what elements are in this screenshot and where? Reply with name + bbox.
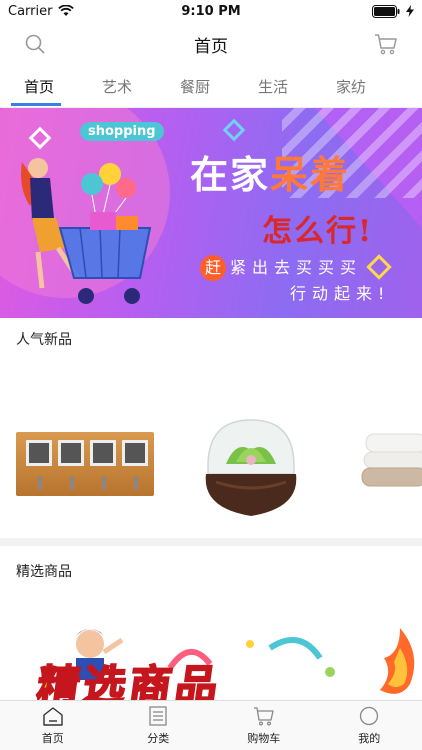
carrier-label: Carrier: [8, 3, 53, 19]
tabbar-profile[interactable]: 我的: [317, 701, 422, 750]
tabbar-home[interactable]: 首页: [0, 701, 106, 750]
tabbar-cart-label: 购物车: [247, 731, 281, 745]
page-title: 首页: [194, 36, 228, 57]
tab-life[interactable]: 生活: [234, 66, 312, 107]
tab-home[interactable]: 首页: [0, 66, 78, 107]
battery-icon: [372, 4, 400, 18]
new-products-row: [0, 388, 422, 538]
wifi-icon: [58, 5, 75, 16]
category-icon: [149, 705, 167, 726]
banner-callout: 赶紧出去买买买: [200, 254, 362, 281]
tabbar-category-label: 分类: [147, 731, 170, 745]
tabbar-cart[interactable]: 购物车: [211, 701, 317, 750]
tab-kitchen[interactable]: 餐厨: [156, 66, 234, 107]
profile-icon: [360, 706, 379, 725]
diamond-icon: [366, 254, 392, 280]
product-succulent-jar[interactable]: [196, 412, 306, 522]
nav-bar: 首页: [0, 22, 422, 66]
tabbar-home-label: 首页: [41, 731, 64, 745]
tab-home-partial[interactable]: 家: [390, 66, 422, 107]
fire-decoration: [380, 628, 415, 694]
product-towels[interactable]: [360, 428, 422, 488]
banner-cta: 行动起来!: [290, 284, 391, 303]
promo-banner[interactable]: shopping 在家呆着 怎么行! 赶紧出去买买买 行动起来!: [0, 108, 422, 318]
section-title-selected: 精选商品: [0, 550, 422, 594]
tabbar-category[interactable]: 分类: [106, 701, 212, 750]
diamond-icon: [222, 118, 246, 142]
selected-banner-text: 精选商品: [33, 660, 226, 700]
category-tabs: 首页 艺术 餐厨 生活 家纺 家: [0, 66, 422, 108]
cart-icon: [253, 706, 274, 726]
tab-art[interactable]: 艺术: [78, 66, 156, 107]
status-bar: Carrier 9:10 PM: [0, 0, 422, 22]
tabbar-profile-label: 我的: [358, 731, 381, 745]
tab-textiles[interactable]: 家纺: [312, 66, 390, 107]
home-icon: [43, 706, 63, 726]
shopping-bubble: shopping: [80, 122, 164, 141]
cart-icon[interactable]: [374, 33, 398, 55]
search-icon[interactable]: [24, 33, 46, 55]
shopping-cart-illustration: [21, 158, 152, 304]
selected-products-banner[interactable]: 精选商品: [0, 594, 422, 700]
section-title-new: 人气新品: [0, 318, 422, 362]
bottom-tab-bar: 首页 分类 购物车 我的: [0, 700, 422, 750]
banner-subheadline: 怎么行!: [262, 214, 374, 249]
section-divider: [0, 538, 422, 546]
product-photo-frame[interactable]: [16, 432, 154, 496]
charging-icon: [406, 5, 414, 17]
banner-headline: 在家呆着: [190, 153, 351, 197]
